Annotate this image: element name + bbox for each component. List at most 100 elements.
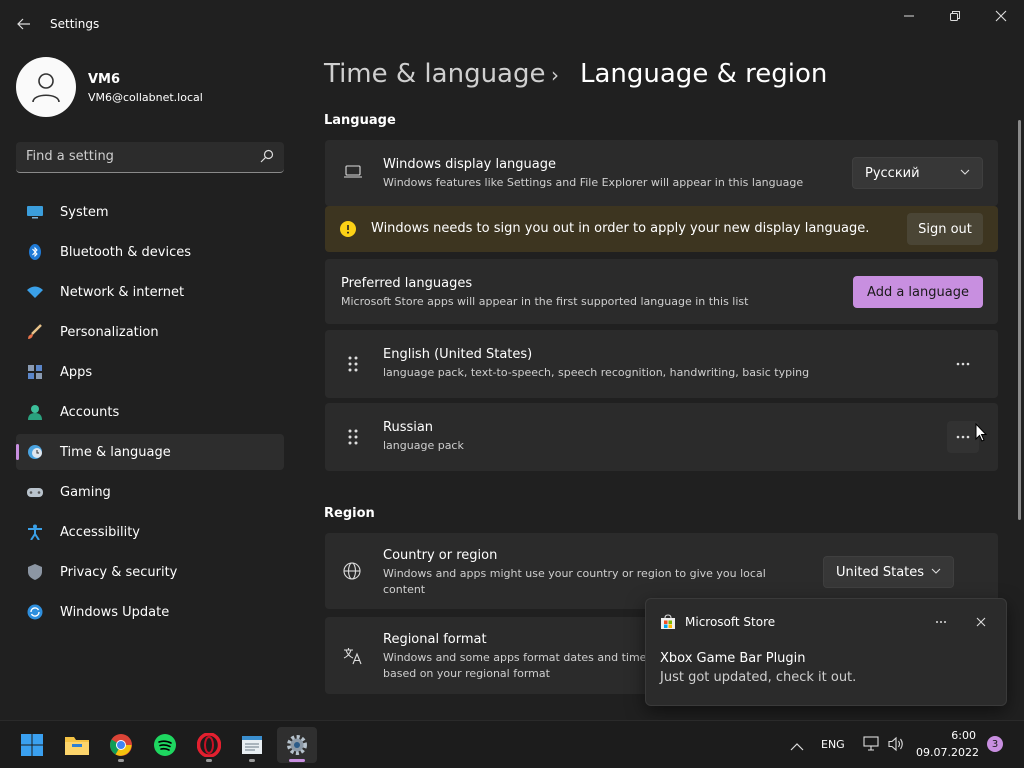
- restore-icon: [950, 11, 960, 21]
- language-item[interactable]: English (United States) language pack, t…: [325, 330, 998, 398]
- section-title-language: Language: [324, 113, 396, 128]
- sign-out-button[interactable]: Sign out: [907, 213, 983, 245]
- language-format-icon: [343, 648, 362, 665]
- chevron-down-icon: [960, 169, 970, 175]
- start-button[interactable]: [12, 727, 52, 763]
- scrollbar[interactable]: [1018, 120, 1021, 520]
- show-hidden-icons-button[interactable]: [790, 737, 804, 756]
- drag-handle-icon[interactable]: [347, 355, 359, 373]
- taskbar-notepad[interactable]: [232, 727, 272, 763]
- language-name: English (United States): [383, 347, 533, 362]
- taskbar-settings[interactable]: [277, 727, 317, 763]
- chevron-up-icon: [790, 743, 804, 751]
- microsoft-store-icon: [661, 614, 675, 629]
- sidebar-item-label: Apps: [60, 364, 93, 380]
- country-region-dropdown[interactable]: United States: [823, 556, 954, 588]
- taskbar-spotify[interactable]: [145, 727, 185, 763]
- toast-title: Xbox Game Bar Plugin: [660, 651, 806, 666]
- sidebar-item-windows-update[interactable]: Windows Update: [16, 594, 284, 630]
- sidebar-item-gaming[interactable]: Gaming: [16, 474, 284, 510]
- monitor-icon: [27, 206, 43, 219]
- clock-time[interactable]: 6:00: [918, 729, 976, 742]
- language-item[interactable]: Russian language pack: [325, 403, 998, 471]
- back-button[interactable]: [12, 12, 36, 36]
- sidebar-item-network[interactable]: Network & internet: [16, 274, 284, 310]
- settings-icon: [287, 735, 307, 755]
- close-icon: [976, 617, 986, 627]
- sidebar-item-accessibility[interactable]: Accessibility: [16, 514, 284, 550]
- sidebar-nav: System Bluetooth & devices Network & int…: [16, 194, 284, 634]
- breadcrumb-parent[interactable]: Time & language: [324, 59, 545, 89]
- language-name: Russian: [383, 420, 434, 435]
- sidebar-item-label: Gaming: [60, 484, 111, 500]
- sidebar-item-personalization[interactable]: Personalization: [16, 314, 284, 350]
- more-icon: [936, 621, 946, 623]
- taskbar: ENG 6:00 09.07.2022 3: [0, 720, 1024, 768]
- search-icon[interactable]: [260, 149, 274, 163]
- network-icon[interactable]: [862, 736, 880, 752]
- page-title: Language & region: [580, 59, 828, 89]
- close-button[interactable]: [978, 6, 1024, 26]
- opera-icon: [197, 733, 221, 757]
- dropdown-value: United States: [836, 564, 925, 580]
- more-options-button[interactable]: [947, 348, 979, 380]
- display-language-dropdown[interactable]: Русский: [852, 157, 983, 189]
- chevron-down-icon: [931, 568, 941, 574]
- minimize-button[interactable]: [886, 6, 932, 26]
- file-explorer-icon: [65, 737, 89, 755]
- add-language-button[interactable]: Add a language: [853, 276, 983, 308]
- warning-banner: Windows needs to sign you out in order t…: [325, 206, 998, 252]
- sidebar-item-system[interactable]: System: [16, 194, 284, 230]
- toast-close-button[interactable]: [968, 609, 994, 635]
- taskbar-chrome[interactable]: [101, 727, 141, 763]
- minimize-icon: [904, 15, 914, 17]
- sidebar-item-label: Network & internet: [60, 284, 185, 300]
- preferred-languages-title: Preferred languages: [341, 276, 473, 291]
- close-icon: [995, 10, 1007, 22]
- taskbar-opera[interactable]: [189, 727, 229, 763]
- volume-icon[interactable]: [887, 736, 905, 752]
- globe-icon: [343, 562, 361, 580]
- clock-globe-icon: [28, 445, 42, 459]
- user-email: VM6@collabnet.local: [88, 91, 203, 104]
- preferred-languages-card: Preferred languages Microsoft Store apps…: [325, 259, 998, 324]
- drag-handle-icon[interactable]: [347, 428, 359, 446]
- maximize-button[interactable]: [932, 6, 978, 26]
- person-icon: [28, 405, 42, 420]
- laptop-icon: [344, 165, 362, 178]
- toast-notification[interactable]: Microsoft Store Xbox Game Bar Plugin Jus…: [645, 598, 1007, 706]
- notepad-icon: [242, 736, 262, 754]
- search-box[interactable]: [16, 142, 284, 173]
- sidebar-item-time-language[interactable]: Time & language: [16, 434, 284, 470]
- section-title-region: Region: [324, 506, 375, 521]
- country-region-title: Country or region: [383, 548, 498, 563]
- breadcrumb-separator: ›: [551, 63, 559, 87]
- taskbar-file-explorer[interactable]: [57, 727, 97, 763]
- search-input[interactable]: [16, 142, 246, 171]
- sidebar-item-privacy[interactable]: Privacy & security: [16, 554, 284, 590]
- toast-more-button[interactable]: [928, 609, 954, 635]
- shield-icon: [28, 564, 42, 580]
- dropdown-value: Русский: [865, 165, 920, 181]
- clock-date[interactable]: 09.07.2022: [916, 746, 979, 759]
- brush-icon: [28, 324, 42, 339]
- sidebar-item-label: System: [60, 204, 109, 220]
- more-icon: [956, 362, 970, 366]
- sidebar-item-bluetooth[interactable]: Bluetooth & devices: [16, 234, 284, 270]
- sidebar-item-label: Windows Update: [60, 604, 170, 620]
- sidebar-item-label: Privacy & security: [60, 564, 178, 580]
- avatar[interactable]: [16, 57, 76, 117]
- sidebar-item-label: Personalization: [60, 324, 159, 340]
- bluetooth-icon: [29, 244, 41, 260]
- sidebar-item-accounts[interactable]: Accounts: [16, 394, 284, 430]
- regional-format-title: Regional format: [383, 632, 487, 647]
- warning-icon: [340, 221, 356, 237]
- notification-badge[interactable]: 3: [987, 736, 1003, 752]
- sidebar-item-apps[interactable]: Apps: [16, 354, 284, 390]
- sidebar-item-label: Accounts: [60, 404, 120, 420]
- display-language-title: Windows display language: [383, 157, 556, 172]
- more-icon: [956, 435, 970, 439]
- toast-app-name: Microsoft Store: [685, 615, 776, 629]
- mouse-cursor-icon: [975, 423, 987, 442]
- input-language-indicator[interactable]: ENG: [821, 738, 845, 751]
